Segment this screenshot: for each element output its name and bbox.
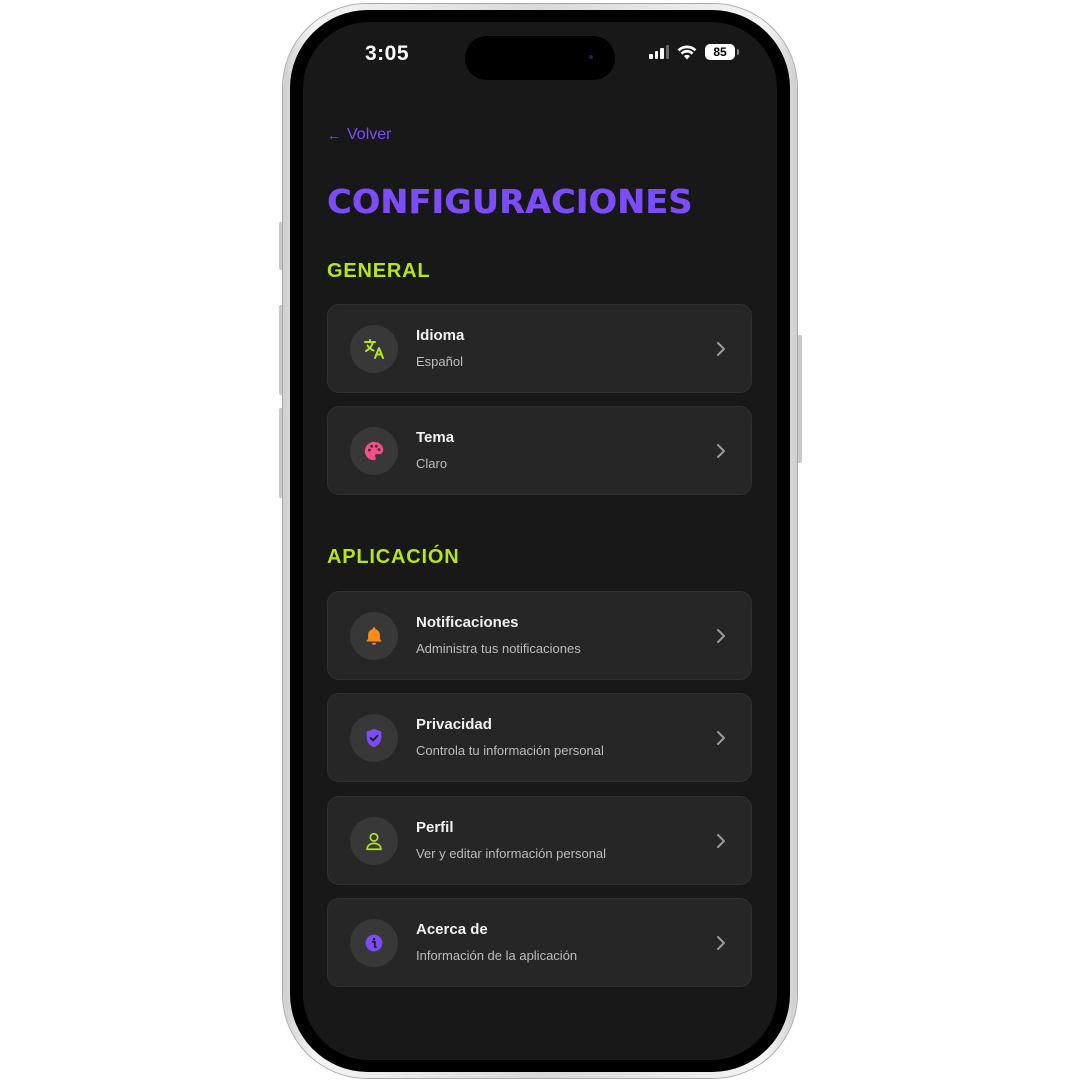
chevron-right-icon (717, 731, 725, 745)
icon-container (350, 714, 398, 762)
page-title: CONFIGURACIONES (327, 182, 693, 221)
settings-item-title: Privacidad (416, 716, 492, 733)
user-icon (366, 832, 382, 851)
chevron-right-icon (717, 629, 725, 643)
settings-item-subtitle: Controla tu información personal (416, 743, 604, 758)
icon-container (350, 427, 398, 475)
settings-item-title: Perfil (416, 819, 454, 836)
settings-item-title: Tema (416, 429, 455, 446)
status-icons: 85 (649, 44, 739, 60)
settings-item-perfil[interactable]: Perfil Ver y editar información personal (327, 796, 752, 885)
settings-item-title: Idioma (416, 327, 465, 344)
palette-icon (364, 441, 384, 461)
icon-container (350, 325, 398, 373)
chevron-right-icon (717, 342, 725, 356)
settings-item-notificaciones[interactable]: Notificaciones Administra tus notificaci… (327, 591, 752, 680)
chevron-right-icon (717, 834, 725, 848)
status-time: 3:05 (365, 42, 410, 65)
settings-item-tema[interactable]: Tema Claro (327, 406, 752, 495)
arrow-left-icon: ← (327, 127, 341, 143)
wifi-icon (677, 45, 697, 59)
settings-item-subtitle: Ver y editar información personal (416, 846, 607, 861)
section-title-general: GENERAL (327, 260, 431, 282)
settings-item-acerca-de[interactable]: Acerca de Información de la aplicación (327, 898, 752, 987)
settings-item-privacidad[interactable]: Privacidad Controla tu información perso… (327, 693, 752, 782)
settings-item-subtitle: Claro (416, 456, 448, 471)
chevron-right-icon (717, 936, 725, 950)
bell-icon (366, 627, 382, 645)
dynamic-island (465, 36, 615, 80)
stage: 3:05 85 ← Volver CONFIGURACIONES GENERAL (0, 0, 1080, 1080)
icon-container (350, 919, 398, 967)
section-title-aplicacion: APLICACIÓN (327, 546, 460, 568)
back-button[interactable]: ← Volver (327, 126, 391, 144)
translate-icon (364, 339, 384, 359)
settings-item-title: Acerca de (416, 921, 488, 938)
battery-indicator: 85 (705, 44, 739, 60)
icon-container (350, 817, 398, 865)
shield-check-icon (366, 728, 382, 748)
camera-dot (589, 55, 593, 59)
settings-item-subtitle: Español (416, 354, 463, 369)
info-icon (365, 934, 383, 952)
power-button (797, 335, 802, 463)
settings-item-idioma[interactable]: Idioma Español (327, 304, 752, 393)
settings-item-title: Notificaciones (416, 614, 519, 631)
cellular-signal-icon (649, 45, 669, 59)
settings-item-subtitle: Información de la aplicación (416, 948, 578, 963)
phone-screen: 3:05 85 ← Volver CONFIGURACIONES GENERAL (303, 22, 777, 1060)
settings-item-subtitle: Administra tus notificaciones (416, 641, 581, 656)
icon-container (350, 612, 398, 660)
back-label: Volver (347, 126, 392, 143)
chevron-right-icon (717, 444, 725, 458)
